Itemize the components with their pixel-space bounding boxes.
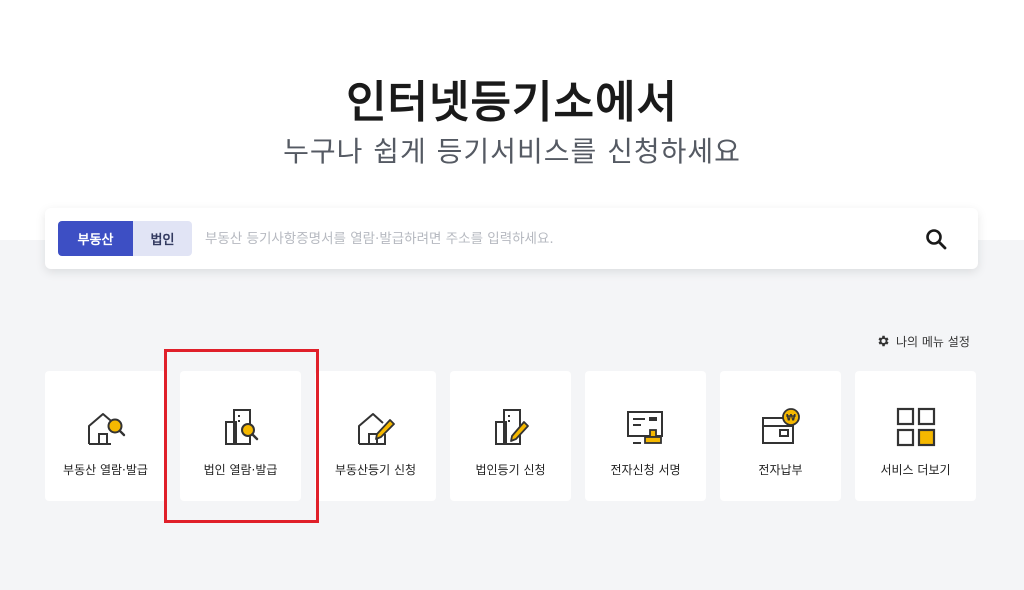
building-pen-icon xyxy=(495,409,529,445)
house-pen-icon xyxy=(358,413,395,445)
search-input[interactable] xyxy=(205,223,905,255)
search-button[interactable] xyxy=(920,223,952,255)
document-stamp-icon xyxy=(627,411,663,444)
service-card-realestate-view[interactable]: 부동산 열람·발급 xyxy=(45,371,166,501)
tab-corporation[interactable]: 법인 xyxy=(133,221,192,256)
svg-text:₩: ₩ xyxy=(786,414,796,424)
service-label: 부동산등기 신청 xyxy=(334,463,417,477)
search-box: 부동산 법인 xyxy=(45,208,978,269)
grid-more-icon xyxy=(896,407,936,447)
service-label: 법인 열람·발급 xyxy=(203,463,278,477)
building-search-icon xyxy=(225,409,259,445)
wallet-won-icon: ₩ xyxy=(762,408,800,444)
service-label: 전자신청 서명 xyxy=(610,463,681,477)
service-card-more[interactable]: 서비스 더보기 xyxy=(855,371,976,501)
service-card-e-payment[interactable]: ₩ 전자납부 xyxy=(720,371,841,501)
service-card-corporation-view[interactable]: 법인 열람·발급 xyxy=(180,371,301,501)
my-menu-label: 나의 메뉴 설정 xyxy=(896,334,970,349)
gear-icon xyxy=(878,335,889,347)
my-menu-settings-link[interactable]: 나의 메뉴 설정 xyxy=(876,333,970,349)
service-label: 전자납부 xyxy=(758,463,803,477)
service-card-e-sign[interactable]: 전자신청 서명 xyxy=(585,371,706,501)
hero-subtitle: 누구나 쉽게 등기서비스를 신청하세요 xyxy=(283,135,741,168)
service-card-realestate-apply[interactable]: 부동산등기 신청 xyxy=(315,371,436,501)
service-label: 서비스 더보기 xyxy=(880,463,951,477)
service-label: 부동산 열람·발급 xyxy=(63,463,148,477)
service-label: 법인등기 신청 xyxy=(475,463,546,477)
service-card-corporation-apply[interactable]: 법인등기 신청 xyxy=(450,371,571,501)
tab-realestate[interactable]: 부동산 xyxy=(58,221,133,256)
house-search-icon xyxy=(88,413,126,445)
hero-title: 인터넷등기소에서 xyxy=(346,77,678,128)
search-icon xyxy=(926,229,947,250)
